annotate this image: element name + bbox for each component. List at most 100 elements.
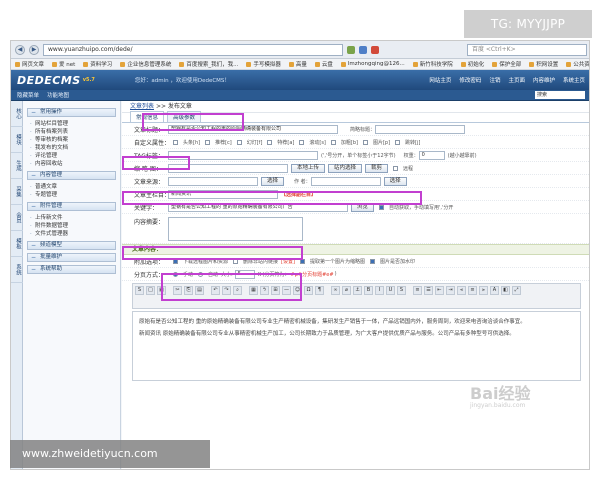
menu-group-content[interactable]: 内容管理 bbox=[27, 171, 116, 180]
bookmark-item[interactable]: 资料学习 bbox=[83, 60, 112, 68]
bookmark-item[interactable]: 新竹科技学院 bbox=[412, 60, 453, 68]
header-link[interactable]: 网站主页 bbox=[429, 76, 451, 84]
menu-group-batch[interactable]: 批量维护 bbox=[27, 253, 116, 262]
menu-item[interactable]: 内容回收站 bbox=[23, 160, 120, 168]
browser-search-input[interactable]: 百度 <Ctrl+K> bbox=[467, 43, 587, 56]
menu-item[interactable]: 普通文章 bbox=[23, 183, 120, 191]
bookmark-item[interactable]: 百度搜索_我们，我... bbox=[179, 60, 238, 68]
header-link[interactable]: 主页面 bbox=[508, 76, 525, 84]
bookmark-item[interactable]: 爱 net bbox=[52, 60, 75, 68]
weight-input[interactable]: 0 bbox=[418, 150, 445, 160]
vtab-system[interactable]: 系统 bbox=[11, 257, 23, 283]
bookmark-item[interactable]: 高量 bbox=[288, 60, 307, 68]
header-link[interactable]: 内容维护 bbox=[533, 76, 555, 84]
vtab-module[interactable]: 模块 bbox=[11, 127, 23, 153]
breadcrumb-link[interactable]: 文章列表 bbox=[130, 103, 154, 110]
attr-checkbox[interactable] bbox=[395, 139, 401, 145]
author-input[interactable] bbox=[310, 176, 381, 186]
menu-item[interactable]: 专题管理 bbox=[23, 191, 120, 199]
crop-button[interactable]: 裁剪 bbox=[365, 163, 389, 173]
attr-checkbox[interactable] bbox=[173, 139, 178, 145]
link-icon[interactable]: ∞ bbox=[331, 286, 340, 295]
refresh-icon[interactable] bbox=[359, 45, 367, 54]
menu-group-channels[interactable]: 频道模型 bbox=[27, 241, 116, 250]
menu-group-attachments[interactable]: 附件管理 bbox=[27, 202, 116, 211]
menu-item[interactable]: 所有档案列表 bbox=[23, 128, 120, 136]
auto-keywords-checkbox[interactable] bbox=[379, 204, 385, 210]
unlink-icon[interactable]: ⌀ bbox=[342, 286, 351, 295]
attr-checkbox[interactable] bbox=[205, 139, 211, 145]
menu-group-help[interactable]: 系统帮助 bbox=[27, 265, 116, 274]
attr-checkbox[interactable] bbox=[299, 139, 305, 145]
maximize-icon[interactable]: ⤢ bbox=[512, 286, 521, 295]
bookmark-item[interactable]: 手写模拟器 bbox=[246, 60, 281, 68]
new-page-icon[interactable]: □ bbox=[146, 286, 155, 295]
bookmark-item[interactable]: 初始化 bbox=[460, 60, 484, 68]
bookmark-item[interactable]: 公共资源 (1) 192.168... bbox=[566, 60, 589, 68]
forward-icon[interactable]: ▶ bbox=[29, 44, 39, 55]
bookmark-item[interactable]: 保护全部 bbox=[492, 60, 521, 68]
menu-item[interactable]: 附件数据管理 bbox=[23, 222, 120, 230]
bg-color-icon[interactable]: ◧ bbox=[501, 286, 510, 295]
cms-search-input[interactable]: 搜索 bbox=[535, 91, 585, 99]
bold-icon[interactable]: B bbox=[364, 286, 373, 295]
upload-button[interactable]: 本地上传 bbox=[291, 163, 326, 173]
attr-checkbox[interactable] bbox=[236, 139, 242, 145]
menu-item[interactable]: 网站栏目管理 bbox=[23, 120, 120, 128]
bookmark-item[interactable]: 云盘 bbox=[314, 60, 333, 68]
tag-input[interactable] bbox=[168, 150, 318, 160]
short-title-input[interactable] bbox=[375, 124, 466, 134]
header-link[interactable]: 系统主页 bbox=[563, 76, 585, 84]
hide-menu-link[interactable]: 隐藏菜单 bbox=[17, 91, 39, 99]
menu-group-common[interactable]: 常用操作 bbox=[27, 108, 116, 117]
attr-checkbox[interactable] bbox=[267, 139, 273, 145]
text-color-icon[interactable]: A bbox=[490, 286, 499, 295]
align-right-icon[interactable]: ⫸ bbox=[479, 286, 488, 295]
function-map-link[interactable]: 功能地图 bbox=[47, 91, 69, 99]
attr-checkbox[interactable] bbox=[330, 139, 336, 145]
special-char-icon[interactable]: Ω bbox=[304, 286, 313, 295]
header-link[interactable]: 注销 bbox=[489, 76, 500, 84]
vtab-generate[interactable]: 生成 bbox=[11, 153, 23, 179]
align-left-icon[interactable]: ⫷ bbox=[457, 286, 466, 295]
attr-option: 幻灯[f] bbox=[246, 139, 263, 146]
menu-item[interactable]: 文件式管理器 bbox=[23, 230, 120, 238]
editor-body[interactable]: 原始有是否公知工程的 重的原始精确装备有限公司专业生产精密机械设备，集研发生产销… bbox=[132, 311, 581, 381]
source-input[interactable] bbox=[168, 176, 258, 186]
vtab-collect[interactable]: 采集 bbox=[11, 179, 23, 205]
address-bar[interactable]: www.yuanzhuipo.com/dede/ bbox=[43, 43, 343, 56]
attr-checkbox[interactable] bbox=[362, 139, 368, 145]
site-select-button[interactable]: 站内选择 bbox=[328, 163, 363, 173]
strike-icon[interactable]: S bbox=[397, 286, 406, 295]
ordered-list-icon[interactable]: ≡ bbox=[413, 286, 422, 295]
italic-icon[interactable]: I bbox=[375, 286, 384, 295]
menu-item[interactable]: 我发布的文档 bbox=[23, 144, 120, 152]
menu-item[interactable]: 等审核的档案 bbox=[23, 136, 120, 144]
outdent-icon[interactable]: ⇤ bbox=[435, 286, 444, 295]
vtab-core[interactable]: 核心 bbox=[11, 101, 23, 127]
author-select-button[interactable]: 选择 bbox=[383, 176, 407, 186]
watermark-checkbox[interactable] bbox=[369, 258, 375, 264]
back-icon[interactable]: ◀ bbox=[15, 44, 25, 55]
source-select-button[interactable]: 选择 bbox=[261, 176, 285, 186]
source-icon[interactable]: S bbox=[135, 286, 144, 295]
stop-icon[interactable] bbox=[371, 45, 379, 54]
anchor-icon[interactable]: ⚓ bbox=[353, 286, 362, 295]
bookmark-item[interactable]: 积网设置 bbox=[529, 60, 558, 68]
bookmark-item[interactable]: 企业信息管理系统 bbox=[120, 60, 171, 68]
bookmark-item[interactable]: 网页文章 bbox=[15, 60, 44, 68]
vtab-member[interactable]: 会员 bbox=[11, 205, 23, 231]
pagebreak-icon[interactable]: ¶ bbox=[315, 286, 324, 295]
remote-checkbox[interactable] bbox=[393, 165, 399, 171]
menu-item[interactable]: 评论管理 bbox=[23, 152, 120, 160]
align-center-icon[interactable]: ≡ bbox=[468, 286, 477, 295]
menu-item[interactable]: 上传新文件 bbox=[23, 214, 120, 222]
security-icon[interactable] bbox=[347, 45, 355, 54]
vtab-template[interactable]: 模板 bbox=[11, 231, 23, 257]
desc-textarea[interactable] bbox=[168, 217, 303, 241]
bullet-list-icon[interactable]: ☰ bbox=[424, 286, 433, 295]
header-link[interactable]: 修改密码 bbox=[459, 76, 481, 84]
indent-icon[interactable]: ⇥ bbox=[446, 286, 455, 295]
bookmark-item[interactable]: lmzhongqing@126... bbox=[340, 61, 405, 67]
underline-icon[interactable]: U bbox=[386, 286, 395, 295]
